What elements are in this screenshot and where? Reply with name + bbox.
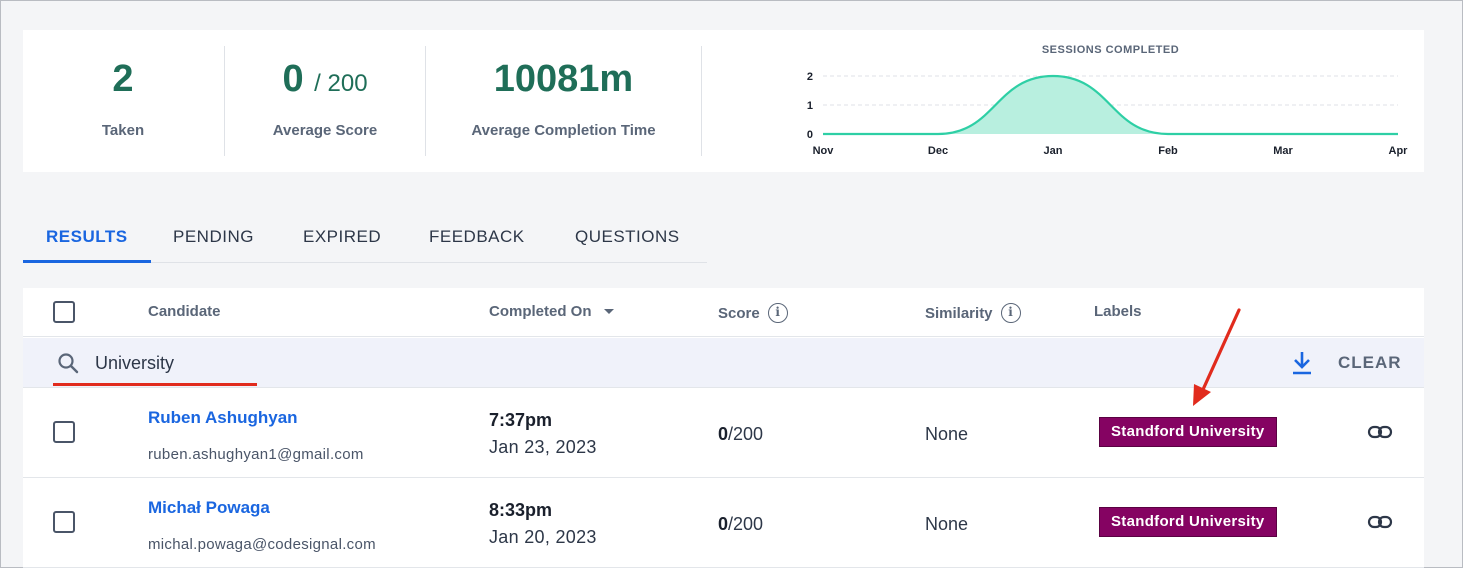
similarity-value: None bbox=[925, 514, 969, 534]
stat-average-completion-value: 10081m bbox=[493, 58, 634, 100]
score-number: 0 bbox=[718, 424, 729, 444]
chart-y-tick-label: 2 bbox=[807, 71, 813, 83]
average-score-total: / 200 bbox=[314, 70, 368, 97]
score-value: 0/200 bbox=[718, 424, 763, 445]
header-labels: Labels bbox=[1094, 303, 1142, 320]
chart-title: SESSIONS COMPLETED bbox=[1042, 44, 1179, 56]
tab-expired[interactable]: EXPIRED bbox=[303, 213, 381, 263]
table-row: Michał Powaga michal.powaga@codesignal.c… bbox=[23, 478, 1424, 568]
score-total: /200 bbox=[728, 424, 764, 444]
chart-x-tick-label: Feb bbox=[1158, 145, 1178, 157]
sessions-completed-chart: SESSIONS COMPLETED 0 1 2 Nov Dec Jan Feb Mar Apr bbox=[807, 44, 1409, 157]
stat-average-score-value: 0 / 200 bbox=[225, 58, 425, 101]
stat-taken-label: Taken bbox=[101, 122, 145, 139]
candidate-email: michal.powaga@codesignal.com bbox=[148, 536, 376, 553]
header-score-label: Score bbox=[718, 304, 760, 322]
label-badge[interactable]: Standford University bbox=[1099, 507, 1277, 537]
clear-button[interactable]: CLEAR bbox=[1338, 353, 1402, 373]
average-score-number: 0 bbox=[282, 58, 304, 100]
tab-results[interactable]: RESULTS bbox=[23, 213, 151, 263]
stat-average-score-label: Average Score bbox=[272, 122, 378, 139]
similarity-info-icon[interactable]: i bbox=[1000, 303, 1021, 323]
divider bbox=[701, 46, 702, 156]
score-total: /200 bbox=[728, 514, 764, 534]
label-badge[interactable]: Standford University bbox=[1099, 417, 1277, 447]
header-similarity-label: Similarity bbox=[925, 304, 993, 322]
completed-time: 7:37pm bbox=[489, 410, 553, 430]
chart-x-tick-label: Nov bbox=[813, 145, 835, 157]
stat-average-completion-label: Average Completion Time bbox=[471, 122, 656, 139]
header-similarity: Similarity i bbox=[925, 303, 1021, 323]
header-score: Score i bbox=[718, 303, 788, 323]
sort-caret-icon bbox=[603, 309, 614, 314]
row-checkbox[interactable] bbox=[53, 421, 75, 443]
search-icon bbox=[58, 353, 79, 374]
chart-x-tick-label: Dec bbox=[928, 145, 948, 157]
score-info-icon[interactable]: i bbox=[767, 303, 788, 323]
candidate-email: ruben.ashughyan1@gmail.com bbox=[148, 446, 364, 463]
stats-card: 2 Taken 0 / 200 Average Score 10081m Ave… bbox=[23, 30, 1424, 172]
completed-date: Jan 23, 2023 bbox=[489, 437, 597, 457]
annotation-underline bbox=[53, 383, 257, 386]
completed-time: 8:33pm bbox=[489, 500, 553, 520]
tab-feedback[interactable]: FEEDBACK bbox=[429, 213, 525, 263]
tab-bar: RESULTS PENDING EXPIRED FEEDBACK QUESTIO… bbox=[23, 213, 707, 263]
tab-questions[interactable]: QUESTIONS bbox=[575, 213, 680, 263]
score-value: 0/200 bbox=[718, 514, 763, 535]
search-input[interactable] bbox=[95, 350, 395, 376]
tab-pending[interactable]: PENDING bbox=[173, 213, 254, 263]
header-labels-label: Labels bbox=[1094, 303, 1142, 320]
stat-average-completion: 10081m Average Completion Time bbox=[426, 30, 701, 172]
link-icon[interactable] bbox=[1367, 512, 1393, 532]
score-number: 0 bbox=[718, 514, 729, 534]
chart-y-tick-label: 0 bbox=[807, 129, 813, 141]
stat-taken-value: 2 bbox=[112, 58, 134, 100]
annotation-arrow bbox=[1193, 308, 1241, 406]
candidate-name-link[interactable]: Ruben Ashughyan bbox=[148, 408, 298, 428]
link-icon[interactable] bbox=[1367, 422, 1393, 442]
select-all-checkbox[interactable] bbox=[53, 301, 75, 323]
download-icon[interactable] bbox=[1291, 350, 1313, 376]
chart-y-tick-label: 1 bbox=[807, 100, 813, 112]
chart-x-tick-label: Apr bbox=[1389, 145, 1409, 157]
candidate-name-link[interactable]: Michał Powaga bbox=[148, 498, 270, 518]
similarity-value: None bbox=[925, 424, 969, 444]
stat-average-score: 0 / 200 Average Score bbox=[225, 30, 425, 172]
chart-x-tick-label: Mar bbox=[1273, 145, 1293, 157]
chart-x-tick-label: Jan bbox=[1044, 145, 1063, 157]
header-completed-on-label: Completed On bbox=[489, 303, 592, 320]
completed-date: Jan 20, 2023 bbox=[489, 527, 597, 547]
stat-taken: 2 Taken bbox=[23, 30, 223, 172]
header-candidate: Candidate bbox=[148, 303, 221, 320]
row-checkbox[interactable] bbox=[53, 511, 75, 533]
header-candidate-label: Candidate bbox=[148, 303, 221, 320]
header-completed-on[interactable]: Completed On bbox=[489, 303, 614, 320]
